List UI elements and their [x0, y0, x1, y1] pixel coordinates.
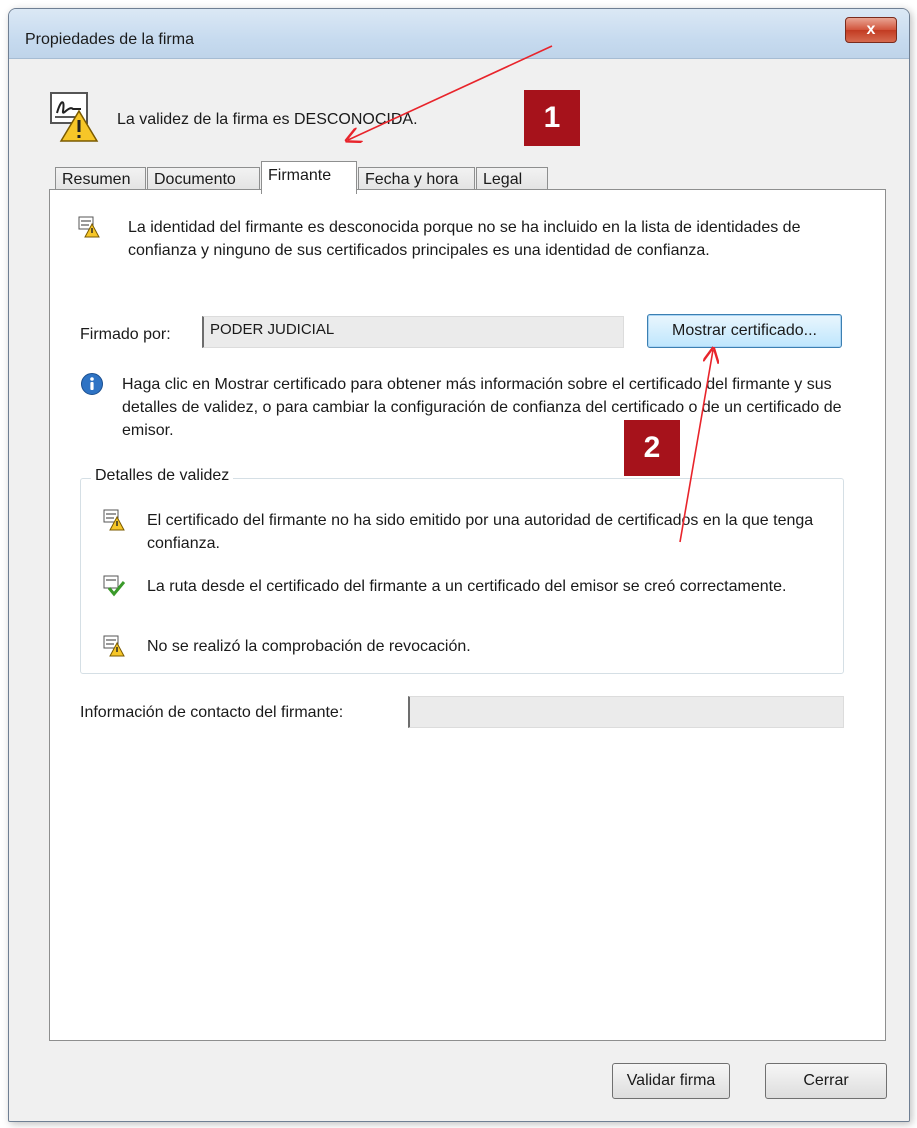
validity-details-title: Detalles de validez	[91, 467, 234, 485]
dialog-client-area: La validez de la firma es DESCONOCIDA. R…	[9, 59, 909, 1121]
validate-signature-button[interactable]: Validar firma	[612, 1063, 730, 1099]
close-button[interactable]: Cerrar	[765, 1063, 887, 1099]
show-certificate-button[interactable]: Mostrar certificado...	[647, 314, 842, 348]
tab-firmante[interactable]: Firmante	[261, 161, 357, 194]
signed-by-label: Firmado por:	[80, 326, 171, 343]
signed-by-field: PODER JUDICIAL	[202, 316, 624, 348]
info-icon	[81, 373, 103, 395]
signer-tab-panel: La identidad del firmante es desconocida…	[49, 189, 886, 1041]
window-title: Propiedades de la firma	[25, 31, 194, 48]
signature-properties-window: Propiedades de la firma x La validez de …	[8, 8, 910, 1122]
validity-item-path-created: La ruta desde el certificado del firmant…	[147, 578, 787, 595]
contact-info-label: Información de contacto del firmante:	[80, 704, 344, 721]
identity-unknown-text: La identidad del firmante es desconocida…	[128, 219, 801, 259]
warning-cert-icon	[103, 635, 125, 657]
annotation-badge-1: 1	[524, 90, 580, 146]
valid-check-icon	[103, 575, 125, 597]
validity-details-group: Detalles de validez El certificado del f…	[80, 467, 844, 674]
title-bar[interactable]: Propiedades de la firma x	[9, 9, 909, 59]
validity-item-untrusted-issuer: El certificado del firmante no ha sido e…	[147, 512, 814, 552]
annotation-badge-2: 2	[624, 420, 680, 476]
contact-info-field	[408, 696, 844, 728]
validity-item-no-revocation: No se realizó la comprobación de revocac…	[147, 638, 471, 655]
signature-status-text: La validez de la firma es DESCONOCIDA.	[117, 111, 418, 128]
warning-cert-icon	[103, 509, 125, 531]
close-window-button[interactable]: x	[845, 17, 897, 43]
warning-cert-icon	[78, 216, 100, 238]
signature-warning-icon	[50, 92, 99, 142]
show-certificate-info-text: Haga clic en Mostrar certificado para ob…	[122, 376, 842, 439]
